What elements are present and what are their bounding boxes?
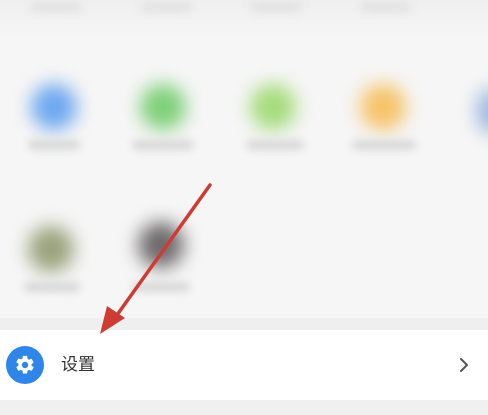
blurred-app-icon[interactable] xyxy=(28,226,74,272)
blurred-app-caption xyxy=(28,140,80,150)
settings-icon-badge xyxy=(6,346,44,384)
blurred-app-icon[interactable] xyxy=(31,84,77,130)
blurred-app-icon[interactable] xyxy=(476,88,488,134)
blurred-app-caption xyxy=(352,140,416,150)
section-divider xyxy=(0,318,488,330)
blurred-app-caption xyxy=(246,140,304,150)
settings-row[interactable]: 设置 xyxy=(0,330,488,400)
blurred-app-caption xyxy=(30,2,82,12)
blurred-app-caption xyxy=(360,2,412,12)
blurred-app-caption xyxy=(140,2,192,12)
settings-label: 设置 xyxy=(61,355,95,375)
blurred-app-caption xyxy=(132,140,194,150)
blurred-app-caption xyxy=(24,282,80,292)
chevron-right-icon xyxy=(460,358,468,372)
blurred-app-icon[interactable] xyxy=(140,84,186,130)
blurred-app-icon[interactable] xyxy=(360,84,406,130)
blurred-app-icon[interactable] xyxy=(138,222,184,268)
blurred-app-icon[interactable] xyxy=(250,84,296,130)
bottom-strip xyxy=(0,400,488,415)
gear-icon xyxy=(16,355,34,374)
blurred-app-caption xyxy=(250,2,302,12)
blurred-app-caption xyxy=(132,282,190,292)
blurred-app-grid xyxy=(0,0,488,322)
